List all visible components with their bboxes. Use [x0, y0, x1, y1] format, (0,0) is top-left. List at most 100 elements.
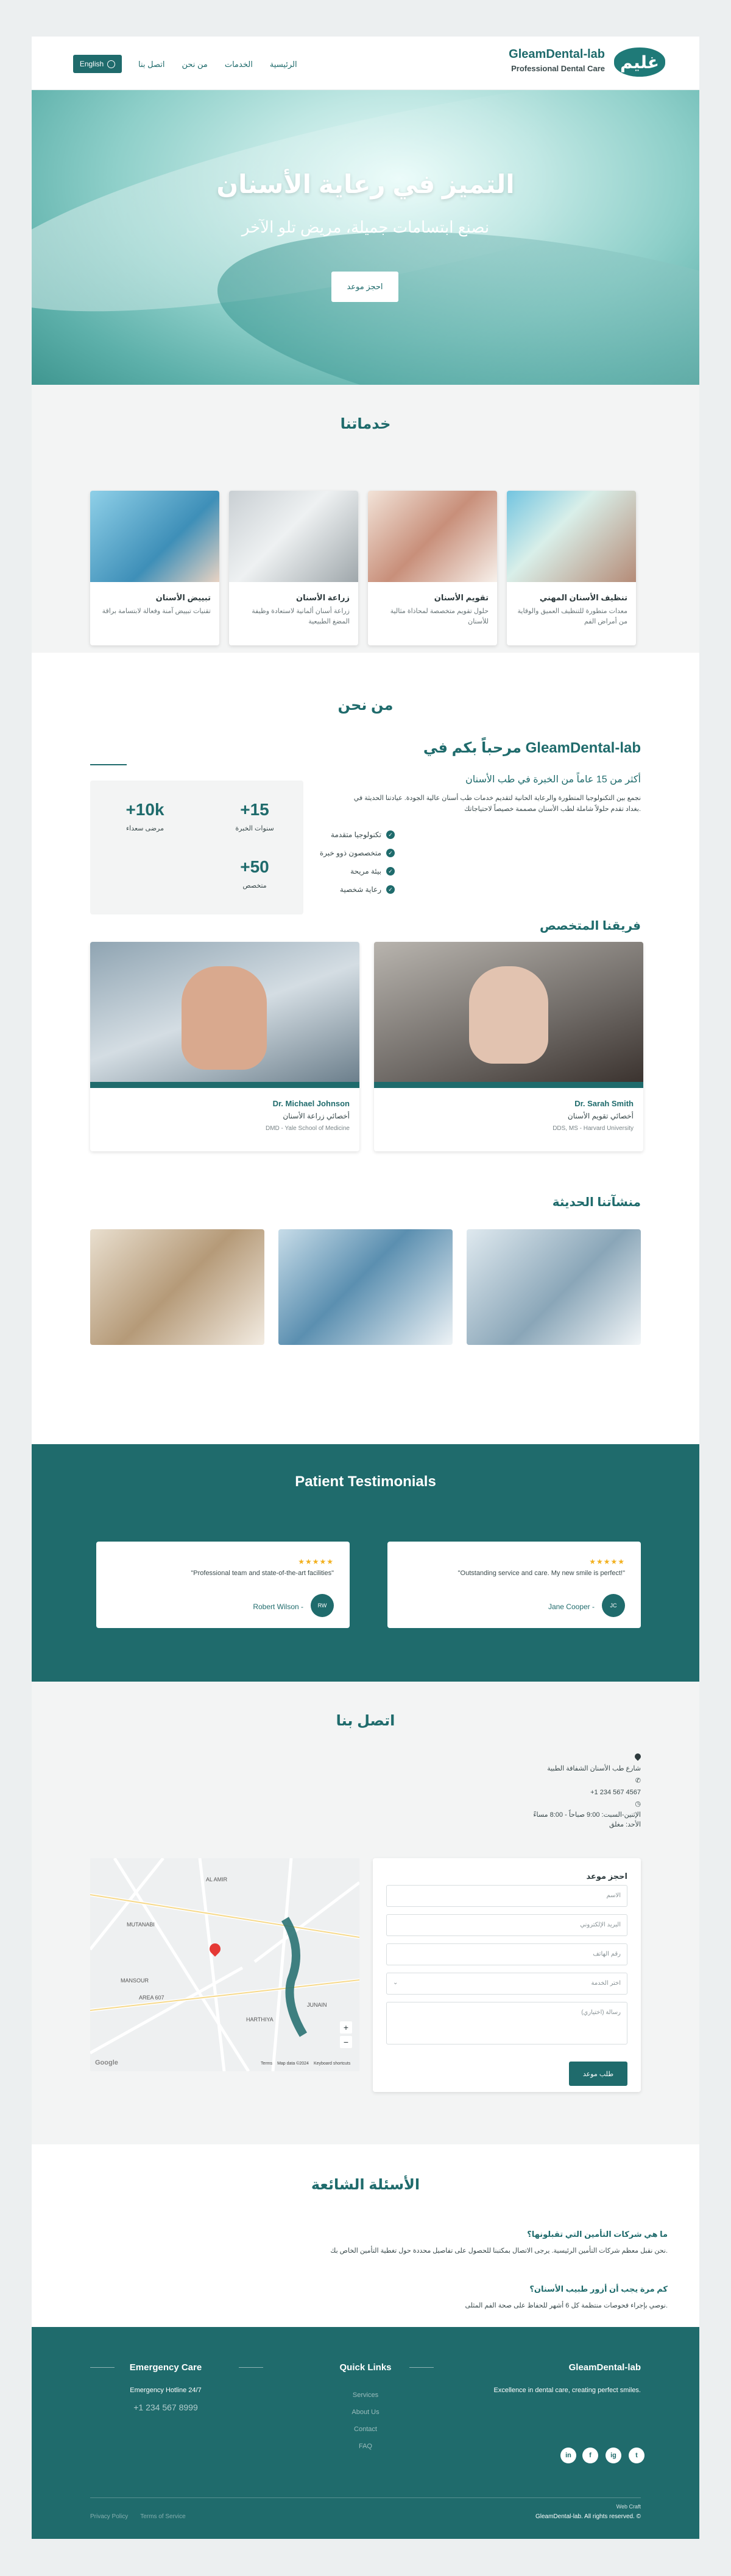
- book-appointment-button[interactable]: احجز موعد: [331, 272, 398, 302]
- stat-label: سنوات الخبرة: [235, 825, 274, 832]
- footer-link-services[interactable]: Services: [305, 2387, 426, 2404]
- stat: +50 متخصص: [212, 857, 297, 890]
- name-input[interactable]: الاسم: [386, 1885, 627, 1907]
- contact-phone[interactable]: +1 234 567 4567: [590, 1789, 641, 1796]
- footer-link-about[interactable]: About Us: [305, 2404, 426, 2421]
- emergency-title: Emergency Care: [129, 2362, 202, 2373]
- facilities-title: منشآتنا الحديثة: [552, 1196, 641, 1209]
- testimonial-name: Robert Wilson -: [253, 1602, 303, 1611]
- about-text: بغداد تقدم حلولاً شاملة لطب الأسنان مصمم…: [464, 805, 641, 813]
- map-label: JUNAIN: [307, 2002, 327, 2008]
- quick-links: Services About Us Contact FAQ: [305, 2387, 426, 2455]
- faq-section: الأسئلة الشائعة ما هي شركات التأمين التي…: [32, 2144, 699, 2327]
- terms-link[interactable]: Terms of Service: [140, 2513, 185, 2520]
- map-shortcuts-link[interactable]: Keyboard shortcuts: [314, 2062, 350, 2066]
- twitter-icon[interactable]: t: [629, 2448, 644, 2463]
- footer-brand: GleamDental-lab: [568, 2362, 641, 2373]
- submit-button[interactable]: طلب موعد: [569, 2062, 627, 2086]
- about-title: من نحن: [337, 697, 394, 714]
- appointment-form: احجز موعد الاسم البريد الإلكتروني رقم ال…: [373, 1858, 641, 2092]
- message-textarea[interactable]: رسالة (اختياري): [386, 2002, 627, 2044]
- feature-label: متخصصون ذوو خبرة: [319, 849, 381, 857]
- faq-question[interactable]: ما هي شركات التأمين التي تقبلونها؟: [527, 2230, 668, 2239]
- nav-item-contact[interactable]: اتصل بنا: [138, 60, 164, 69]
- footer: GleamDental-lab Excellence in dental car…: [32, 2327, 699, 2539]
- accent-bar: [374, 1082, 643, 1088]
- service-desc: زراعة أسنان ألمانية لاستعادة وظيفة المضغ…: [252, 608, 350, 625]
- map[interactable]: MUTANABI MANSOUR AREA 607 HARTHIYA JUNAI…: [90, 1858, 359, 2071]
- feature-label: رعاية شخصية: [340, 885, 381, 894]
- hero-title: التميز في رعاية الأسنان: [216, 170, 515, 198]
- map-roads: [90, 1858, 359, 2071]
- privacy-link[interactable]: Privacy Policy: [90, 2513, 128, 2520]
- footer-brand-text: Excellence in dental care, creating perf…: [493, 2387, 641, 2394]
- facebook-icon[interactable]: f: [582, 2448, 598, 2463]
- stat-number: +15: [240, 800, 269, 819]
- globe-icon: [107, 60, 116, 68]
- check-icon: ✓: [386, 849, 395, 857]
- doctor-photo: [374, 942, 643, 1082]
- doctor-name: Dr. Michael Johnson: [272, 1099, 350, 1108]
- service-card[interactable]: زراعة الأسنان زراعة أسنان ألمانية لاستعاد…: [229, 491, 358, 645]
- stat: +15 سنوات الخبرة: [212, 800, 297, 832]
- nav-item-home[interactable]: الرئيسية: [270, 60, 297, 69]
- feature-item: تكنولوجيا متقدمة ✓: [331, 830, 395, 839]
- linkedin-icon[interactable]: in: [560, 2448, 576, 2463]
- language-button[interactable]: English: [73, 55, 122, 73]
- hero-subtitle: نصنع ابتسامات جميلة، مريض تلو الآخر: [241, 218, 490, 236]
- doctor-role: أخصائي زراعة الأسنان: [283, 1112, 350, 1120]
- zoom-in-button[interactable]: +: [340, 2021, 352, 2034]
- map-data-text: Map data ©2024: [277, 2062, 309, 2066]
- email-input[interactable]: البريد الإلكتروني: [386, 1914, 627, 1936]
- zoom-out-button[interactable]: −: [340, 2036, 352, 2048]
- service-card[interactable]: تبييض الأسنان تقنيات تبييض آمنة وفعالة لا…: [90, 491, 219, 645]
- footer-link-faq[interactable]: FAQ: [305, 2438, 426, 2455]
- nav-item-services[interactable]: الخدمات: [225, 60, 253, 69]
- service-desc: معدات متطورة للتنظيف العميق والوقاية من …: [517, 608, 627, 625]
- quick-links-title: Quick Links: [339, 2362, 392, 2373]
- testimonial-card: ★★★★★ "Professional team and state-of-th…: [96, 1542, 350, 1628]
- doctor-photo: [90, 942, 359, 1082]
- testimonial-quote: "Outstanding service and care. My new sm…: [457, 1570, 625, 1577]
- phone-input[interactable]: رقم الهاتف: [386, 1943, 627, 1965]
- avatar: RW: [311, 1594, 334, 1617]
- faq-question[interactable]: كم مرة يجب أن أزور طبيب الأسنان؟: [529, 2284, 668, 2294]
- contact-title: اتصل بنا: [336, 1713, 395, 1729]
- services-section: خدماتنا تبييض الأسنان تقنيات تبييض آمنة و…: [32, 385, 699, 653]
- map-provider-logo: Google: [95, 2059, 118, 2066]
- facility-image: [90, 1229, 264, 1345]
- service-card[interactable]: تنظيف الأسنان المهني معدات متطورة للتنظيف…: [507, 491, 636, 645]
- doctor-name: Dr. Sarah Smith: [574, 1099, 634, 1108]
- service-image: [90, 491, 219, 582]
- service-title: تقويم الأسنان: [434, 593, 489, 602]
- instagram-icon[interactable]: ig: [606, 2448, 621, 2463]
- service-select[interactable]: اختر الخدمة ⌄: [386, 1973, 627, 1995]
- service-select-label: اختر الخدمة: [591, 1980, 621, 1987]
- header: English اتصل بنا من نحن الخدمات الرئيسية…: [32, 37, 699, 90]
- facility-image: [278, 1229, 453, 1345]
- brand-tagline: Professional Dental Care: [511, 64, 605, 73]
- feature-item: بيئة مريحة ✓: [350, 867, 395, 876]
- stat-label: مرضى سعداء: [125, 825, 164, 832]
- service-desc: حلول تقويم متخصصة لمحاذاة مثالية للأسنان: [390, 608, 489, 625]
- credit-text: Web Craft: [616, 2504, 641, 2510]
- faq-title: الأسئلة الشائعة: [311, 2177, 420, 2193]
- about-section: من نحن مرحباً بكم في GleamDental-lab أكث…: [32, 653, 699, 1444]
- clock-icon: ◷: [635, 1800, 641, 1808]
- brand-logo[interactable]: غليم: [614, 47, 665, 77]
- nav-item-about[interactable]: من نحن: [182, 60, 207, 69]
- map-terms-link[interactable]: Terms: [261, 2062, 272, 2066]
- footer-link-contact[interactable]: Contact: [305, 2421, 426, 2438]
- services-title: خدماتنا: [340, 416, 391, 432]
- emergency-phone[interactable]: +1 234 567 8999: [105, 2402, 227, 2412]
- team-card: Dr. Michael Johnson أخصائي زراعة الأسنان…: [90, 942, 359, 1151]
- face-shape: [182, 966, 267, 1070]
- brand-name: GleamDental-lab: [509, 47, 605, 61]
- about-text: نجمع بين التكنولوجيا المتطورة والرعاية ا…: [353, 795, 641, 802]
- main-nav: اتصل بنا من نحن الخدمات الرئيسية: [138, 60, 297, 69]
- feature-label: بيئة مريحة: [350, 867, 381, 876]
- testimonial-quote: "Professional team and state-of-the-art …: [191, 1570, 334, 1577]
- doctor-role: أخصائي تقويم الأسنان: [567, 1112, 634, 1120]
- service-card[interactable]: تقويم الأسنان حلول تقويم متخصصة لمحاذاة م…: [368, 491, 497, 645]
- stat: +10k مرضى سعداء: [102, 800, 188, 832]
